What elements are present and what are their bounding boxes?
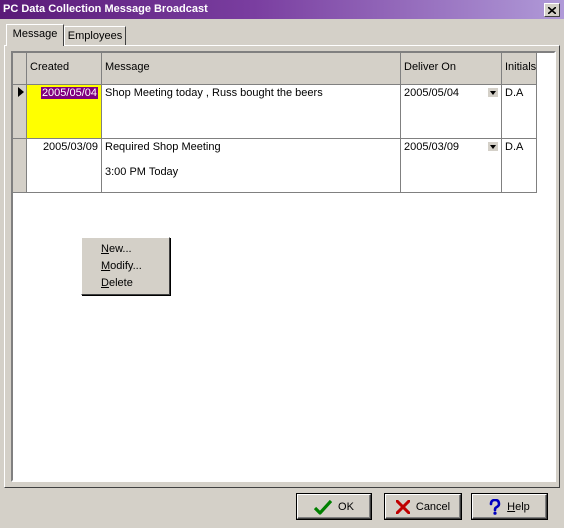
column-header-created-label: Created: [30, 61, 70, 73]
column-header-message[interactable]: Message: [102, 53, 401, 85]
tab-employees-label: Employees: [67, 30, 123, 42]
cell-initials[interactable]: D.A: [502, 139, 537, 193]
column-header-deliver-on-label: Deliver On: [404, 61, 456, 73]
window-title: PC Data Collection Message Broadcast: [3, 3, 208, 15]
message-broadcast-window: PC Data Collection Message Broadcast Mes…: [0, 0, 564, 528]
help-button[interactable]: Help: [472, 494, 547, 519]
cell-created-value: 2005/03/09: [42, 141, 98, 153]
context-menu: New... Modify... Delete: [81, 237, 170, 295]
help-button-label: Help: [507, 500, 530, 513]
cell-deliver-on[interactable]: 2005/03/09: [401, 139, 502, 193]
cancel-button-label: Cancel: [415, 500, 451, 513]
menu-item-delete[interactable]: Delete: [101, 277, 133, 289]
tab-employees[interactable]: Employees: [64, 26, 126, 46]
menu-item-delete-mnemonic: D: [101, 277, 109, 289]
column-header-initials-label: Initials: [505, 61, 537, 73]
cell-message[interactable]: Required Shop Meeting 3:00 PM Today: [102, 139, 401, 193]
tab-message[interactable]: Message: [6, 24, 64, 46]
x-icon: [395, 499, 410, 514]
cell-initials[interactable]: D.A: [502, 85, 537, 139]
close-button[interactable]: [544, 3, 560, 17]
deliver-on-dropdown-button[interactable]: [488, 88, 498, 97]
column-header-deliver-on[interactable]: Deliver On: [401, 53, 502, 85]
question-icon: [489, 498, 501, 515]
cell-created[interactable]: 2005/05/04: [27, 85, 102, 139]
chevron-down-icon: [490, 90, 496, 95]
chevron-down-icon: [490, 144, 496, 149]
ok-button[interactable]: OK: [297, 494, 371, 519]
row-selector[interactable]: [13, 139, 27, 193]
tab-message-label: Message: [12, 28, 58, 40]
menu-item-new-mnemonic: N: [101, 243, 109, 255]
menu-item-modify-label: odify...: [110, 260, 142, 272]
cell-deliver-on-value: 2005/05/04: [404, 87, 460, 99]
cell-message-line: Required Shop Meeting: [105, 141, 221, 153]
column-header-initials[interactable]: Initials: [502, 53, 537, 85]
deliver-on-dropdown-button[interactable]: [488, 142, 498, 151]
close-icon: [548, 6, 556, 14]
row-selector[interactable]: [13, 85, 27, 139]
menu-item-new[interactable]: New...: [101, 243, 132, 255]
title-bar: PC Data Collection Message Broadcast: [0, 0, 564, 19]
column-header-message-label: Message: [105, 61, 150, 73]
grid-corner: [13, 53, 27, 85]
menu-item-delete-label: elete: [108, 277, 133, 289]
cell-created[interactable]: 2005/03/09: [27, 139, 102, 193]
cell-message[interactable]: Shop Meeting today , Russ bought the bee…: [102, 85, 401, 139]
menu-item-modify[interactable]: Modify...: [101, 260, 142, 272]
cell-deliver-on[interactable]: 2005/05/04: [401, 85, 502, 139]
cell-created-value: 2005/05/04: [40, 87, 98, 99]
check-icon: [314, 499, 333, 515]
cell-message-line: 3:00 PM Today: [105, 166, 179, 178]
ok-button-label: OK: [338, 500, 354, 513]
current-row-arrow-icon: [18, 87, 24, 97]
column-header-created[interactable]: Created: [27, 53, 102, 85]
cell-message-line: Shop Meeting today , Russ bought the bee…: [105, 87, 323, 99]
menu-item-new-label: ew...: [108, 243, 132, 255]
menu-item-modify-mnemonic: M: [101, 260, 111, 272]
cell-initials-value: D.A: [505, 141, 524, 153]
cancel-button[interactable]: Cancel: [385, 494, 461, 519]
cell-deliver-on-value: 2005/03/09: [404, 141, 460, 153]
cell-initials-value: D.A: [505, 87, 524, 99]
